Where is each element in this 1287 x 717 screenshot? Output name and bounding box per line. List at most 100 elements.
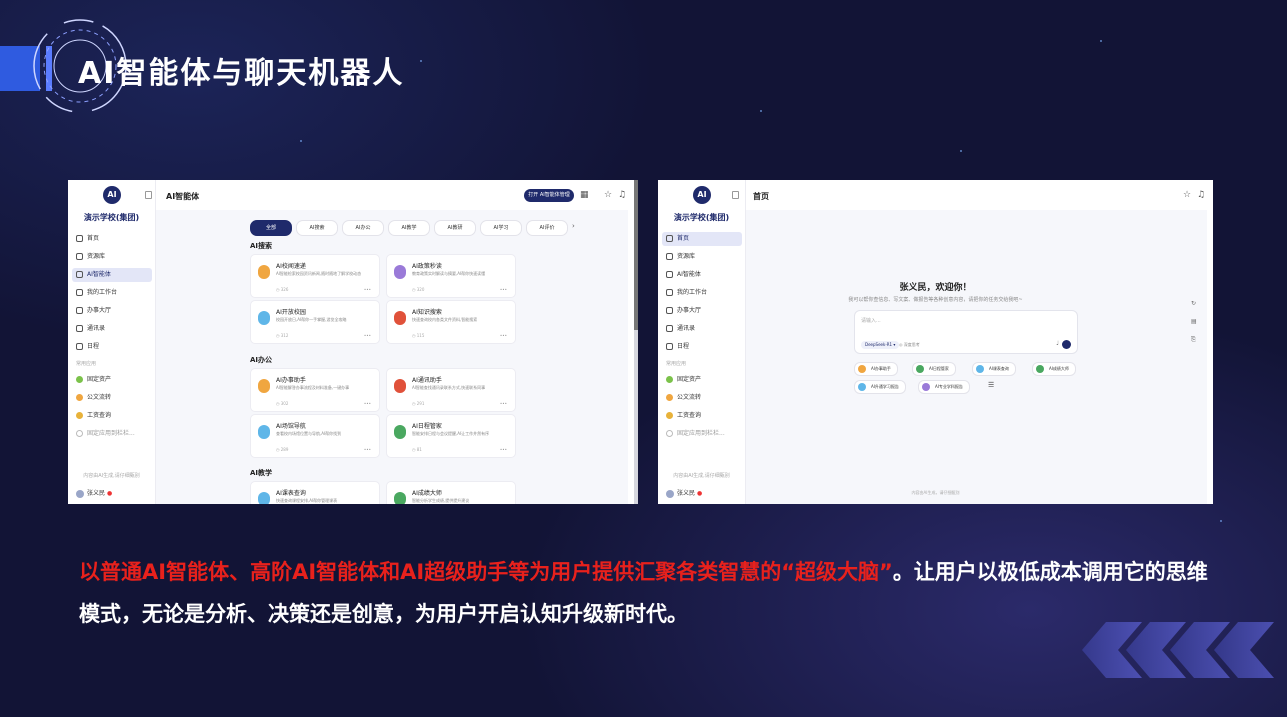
tab-learning[interactable]: AI学习: [480, 220, 522, 236]
app-documents[interactable]: 公文流转: [662, 391, 742, 405]
agent-avatar: [394, 265, 406, 279]
nav-contacts[interactable]: 通讯录: [662, 322, 742, 336]
tab-research[interactable]: AI教研: [434, 220, 476, 236]
salary-icon: [666, 412, 673, 419]
model-select[interactable]: DeepSeek-R1 ▾: [861, 341, 900, 349]
nav-resources[interactable]: 资源库: [72, 250, 152, 264]
app-assets[interactable]: 固定资产: [662, 373, 742, 387]
bell-icon[interactable]: ♫: [1197, 190, 1205, 200]
more-icon[interactable]: •••: [500, 287, 507, 292]
nav-workbench[interactable]: 我的工作台: [72, 286, 152, 300]
quick-agent-pill[interactable]: AI课表查询: [972, 362, 1016, 376]
nav-contacts[interactable]: 通讯录: [72, 322, 152, 336]
more-icon[interactable]: •••: [364, 333, 371, 338]
pill-label: AI日程管家: [929, 366, 949, 371]
nav-agents[interactable]: AI智能体: [72, 268, 152, 282]
quick-agent-pill[interactable]: AI成绩大师: [1032, 362, 1076, 376]
nav-home[interactable]: 首页: [662, 232, 742, 246]
quick-agent-pill[interactable]: AI日程管家: [912, 362, 956, 376]
scrollbar[interactable]: [634, 180, 638, 504]
school-logo: AI: [103, 186, 121, 204]
chat-input[interactable]: 请输入...: [861, 317, 881, 324]
app-pin[interactable]: 固定应用到栏栏...: [72, 427, 152, 441]
nav-schedule[interactable]: 日程: [72, 340, 152, 354]
assets-icon: [76, 376, 83, 383]
home-window: AI 演示学校(集团) 首页 资源库 AI智能体 我的工作台 办事大厅 通讯录 …: [658, 180, 1213, 504]
star-icon[interactable]: ☆: [604, 190, 612, 200]
nav-label: 日程: [87, 343, 100, 350]
app-salary[interactable]: 工资查询: [662, 409, 742, 423]
share-icon[interactable]: ⎘: [1191, 336, 1196, 344]
decorative-chevron: [1214, 622, 1274, 678]
agent-avatar: [258, 379, 270, 393]
star-icon[interactable]: ☆: [1183, 190, 1191, 200]
app-pin[interactable]: 固定应用到栏栏...: [662, 427, 742, 441]
agent-avatar: [258, 492, 270, 504]
collapse-sidebar-icon[interactable]: [145, 191, 152, 199]
agent-avatar: [394, 492, 406, 504]
agent-card[interactable]: AI办事助手 AI智能解答办事流程及材料准备,一键办事 ◷ 302 •••: [250, 368, 380, 412]
agent-desc: 快速查询校内各类文件资料,智能搜索: [412, 317, 478, 322]
app-assets[interactable]: 固定资产: [72, 373, 152, 387]
chat-input-box[interactable]: 请输入... DeepSeek-R1 ▾ ◎ 深度思考 ♩: [854, 310, 1078, 354]
app-label: 工资查询: [87, 412, 112, 419]
nav-section-label: 常用应用: [76, 361, 97, 367]
agent-card[interactable]: AI校闻速递 AI智能检索校园资讯新闻,随时随地了解学校动态 ◷ 326 •••: [250, 254, 380, 298]
chevron-right-icon[interactable]: ›: [572, 222, 575, 230]
tab-office[interactable]: AI办公: [342, 220, 384, 236]
agent-card[interactable]: AI成绩大师 智能分析学生成绩,提供提升建议: [386, 481, 516, 504]
nav-schedule[interactable]: 日程: [662, 340, 742, 354]
quick-agent-pill[interactable]: AI专业学科报告: [918, 380, 970, 394]
school-logo: AI: [693, 186, 711, 204]
agent-card[interactable]: AI日程管家 智能安排日程与会议提醒,AI让工作井然有序 ◷ 81 •••: [386, 414, 516, 458]
agent-title: AI政策秒读: [412, 263, 442, 270]
more-icon[interactable]: •••: [500, 447, 507, 452]
body-highlight: 以普通AI智能体、高阶AI智能体和AI超级助手等为用户提供汇聚各类智慧的“超级大…: [79, 560, 893, 584]
scrollbar-thumb[interactable]: [634, 180, 638, 330]
history-icon[interactable]: ▤: [1191, 318, 1197, 325]
microphone-icon[interactable]: ♩: [1056, 340, 1059, 347]
nav-home[interactable]: 首页: [72, 232, 152, 246]
agent-card[interactable]: AI知识搜索 快速查询校内各类文件资料,智能搜索 ◷ 115 •••: [386, 300, 516, 344]
section-title: AI办公: [250, 356, 273, 364]
collapse-sidebar-icon[interactable]: [732, 191, 739, 199]
agent-title: AI办事助手: [276, 377, 306, 384]
nav-service-hall[interactable]: 办事大厅: [662, 304, 742, 318]
calendar-icon: [666, 343, 673, 350]
agent-card[interactable]: AI开放校园 校园开放日,AI帮你一手掌握,游览全攻略 ◷ 312 •••: [250, 300, 380, 344]
tab-search[interactable]: AI搜索: [296, 220, 338, 236]
nav-resources[interactable]: 资源库: [662, 250, 742, 264]
deep-think-toggle[interactable]: ◎ 深度思考: [899, 341, 920, 349]
agent-avatar: [258, 311, 270, 325]
tab-teaching[interactable]: AI教学: [388, 220, 430, 236]
agent-card[interactable]: AI通讯助手 AI智能查找通讯录联系方式,快速联系同事 ◷ 291 •••: [386, 368, 516, 412]
nav-service-hall[interactable]: 办事大厅: [72, 304, 152, 318]
agent-card[interactable]: AI政策秒读 教育政策实时解读与摘要,AI帮你快速读懂 ◷ 320 •••: [386, 254, 516, 298]
slide-body: 以普通AI智能体、高阶AI智能体和AI超级助手等为用户提供汇聚各类智慧的“超级大…: [79, 551, 1219, 635]
more-icon[interactable]: •••: [500, 401, 507, 406]
more-icon[interactable]: •••: [364, 287, 371, 292]
qr-icon[interactable]: ▦: [580, 190, 589, 200]
bell-icon[interactable]: ♫: [618, 190, 626, 200]
app-documents[interactable]: 公文流转: [72, 391, 152, 405]
quick-agent-pill[interactable]: AI办事助手: [854, 362, 898, 376]
more-icon[interactable]: •••: [500, 333, 507, 338]
refresh-icon[interactable]: ↻: [1191, 300, 1196, 307]
agent-card[interactable]: AI课表查询 快速查询课程安排,AI帮你管理课表: [250, 481, 380, 504]
tab-evaluation[interactable]: AI评价: [526, 220, 568, 236]
open-agent-manager-button[interactable]: 打开 AI智能体管理: [524, 189, 574, 202]
nav-label: 资源库: [87, 253, 106, 260]
more-icon[interactable]: •••: [364, 401, 371, 406]
agent-title: AI场馆导航: [276, 423, 306, 430]
tab-all[interactable]: 全部: [250, 220, 292, 236]
nav-section-label: 常用应用: [666, 361, 687, 367]
send-button[interactable]: [1062, 340, 1071, 349]
agent-card[interactable]: AI场馆导航 查看校内场馆位置与导航,AI帮你找到 ◷ 289 •••: [250, 414, 380, 458]
filter-icon[interactable]: ☰: [988, 381, 994, 389]
quick-agent-pill[interactable]: AI升通学习报告: [854, 380, 906, 394]
contacts-icon: [76, 325, 83, 332]
more-icon[interactable]: •••: [364, 447, 371, 452]
user-profile[interactable]: 张义民 ●: [76, 488, 112, 498]
app-salary[interactable]: 工资查询: [72, 409, 152, 423]
agent-avatar: [922, 383, 930, 391]
